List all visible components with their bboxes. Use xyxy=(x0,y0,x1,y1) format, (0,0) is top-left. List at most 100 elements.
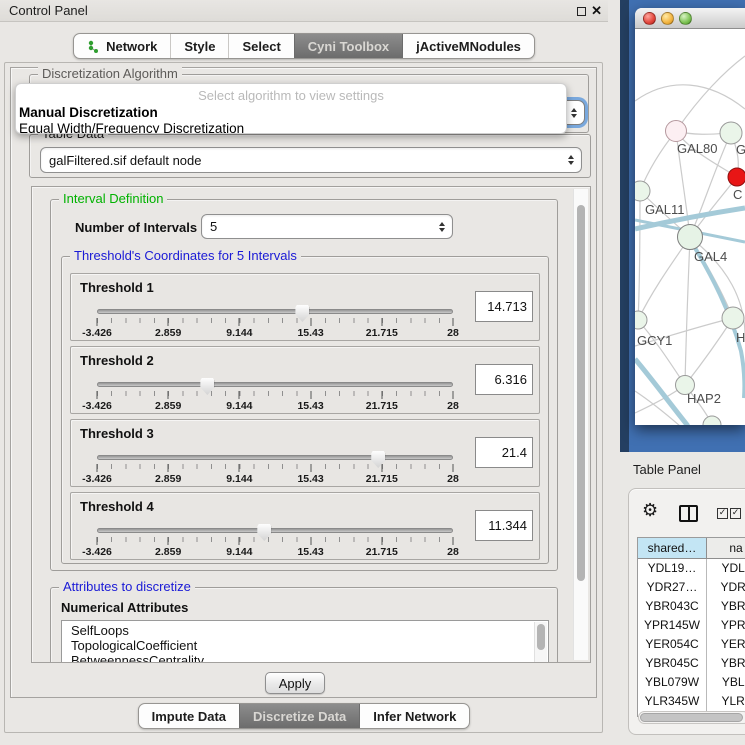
network-canvas[interactable]: GAL80 G C GAL11 GAL4 GCY1 H HAP2 xyxy=(635,29,745,425)
table-row[interactable]: YDL19… YDL1 xyxy=(638,559,745,578)
cell[interactable]: YPR1 xyxy=(707,616,745,635)
network-window-titlebar[interactable] xyxy=(635,8,745,29)
node-selected-red[interactable] xyxy=(728,168,745,186)
tab-impute-data[interactable]: Impute Data xyxy=(139,704,239,728)
table-row[interactable]: YLR345W YLR3 xyxy=(638,692,745,711)
node-gal4[interactable] xyxy=(678,225,703,250)
node-label: GCY1 xyxy=(637,333,672,348)
settings-scrollbar[interactable] xyxy=(573,189,588,660)
algorithm-option-manual[interactable]: Manual Discretization xyxy=(19,105,158,120)
float-window-icon[interactable] xyxy=(577,7,586,16)
slider-track[interactable] xyxy=(97,309,453,314)
slider-minor-ticks xyxy=(97,537,453,542)
tab-jactivemnodules[interactable]: jActiveMNodules xyxy=(402,34,534,58)
algorithm-group-title: Discretization Algorithm xyxy=(38,66,182,81)
cell[interactable]: YBR0 xyxy=(707,654,745,673)
attribute-item[interactable]: BetweennessCentrality xyxy=(71,653,548,663)
top-tabstrip: Network Style Select Cyni Toolbox jActiv… xyxy=(73,33,535,59)
slider-minor-ticks xyxy=(97,464,453,469)
threshold-value-field[interactable] xyxy=(475,364,533,395)
table-row[interactable]: YPR145W YPR1 xyxy=(638,616,745,635)
table-row[interactable]: YER054C YER0 xyxy=(638,635,745,654)
node-label: GAL4 xyxy=(694,249,727,264)
node-g[interactable] xyxy=(720,122,742,144)
tick-label: -3.426 xyxy=(82,327,112,339)
node-h[interactable] xyxy=(722,307,744,329)
gear-icon[interactable]: ⚙ xyxy=(642,502,658,520)
table-panel-container: ⚙ ✓ ✓ shared… na YDL19… YDL1 YDR27… YDR2… xyxy=(628,488,745,735)
combo-stepper-icon xyxy=(439,222,445,232)
threshold-label: Threshold 3 xyxy=(80,426,154,441)
tab-cyni-toolbox[interactable]: Cyni Toolbox xyxy=(294,34,402,58)
tick-label: 21.715 xyxy=(366,546,398,558)
checkbox-icon[interactable]: ✓ xyxy=(730,508,741,519)
column-header-name[interactable]: na xyxy=(707,538,745,559)
list-scrollbar[interactable] xyxy=(534,622,547,662)
slider-track[interactable] xyxy=(97,382,453,387)
tick-label: 2.859 xyxy=(155,546,181,558)
cell[interactable]: YLR3 xyxy=(707,692,745,711)
threshold-panel: Threshold 3 -3.426 2.859 9.144 15.43 21.… xyxy=(70,419,540,487)
threshold-value-field[interactable] xyxy=(475,291,533,322)
network-icon xyxy=(87,40,100,53)
slider-track[interactable] xyxy=(97,528,453,533)
column-header-shared-name[interactable]: shared… xyxy=(638,538,707,559)
attributes-group: Attributes to discretize Numerical Attri… xyxy=(50,587,558,663)
tab-style[interactable]: Style xyxy=(170,34,228,58)
node-gcy1[interactable] xyxy=(635,311,647,329)
table-horizontal-scrollbar[interactable] xyxy=(638,711,745,724)
tab-infer-network[interactable]: Infer Network xyxy=(359,704,469,728)
threshold-slider[interactable]: -3.426 2.859 9.144 15.43 21.715 28 xyxy=(97,524,453,558)
slider-minor-ticks xyxy=(97,318,453,323)
cell[interactable]: YER054C xyxy=(638,635,707,654)
threshold-slider[interactable]: -3.426 2.859 9.144 15.43 21.715 28 xyxy=(97,451,453,485)
cell[interactable]: YBR043C xyxy=(638,597,707,616)
cell[interactable]: YDR27… xyxy=(638,578,707,597)
cell[interactable]: YLR345W xyxy=(638,692,707,711)
attribute-item[interactable]: SelfLoops xyxy=(71,623,548,638)
number-of-intervals-combobox[interactable]: 5 xyxy=(201,214,453,239)
threshold-slider[interactable]: -3.426 2.859 9.144 15.43 21.715 28 xyxy=(97,378,453,412)
zoom-traffic-light-icon[interactable] xyxy=(679,12,692,25)
node-gal80[interactable] xyxy=(666,121,687,142)
table-row[interactable]: YBL079W YBL0 xyxy=(638,673,745,692)
table-row[interactable]: YBR045C YBR0 xyxy=(638,654,745,673)
numerical-attributes-list[interactable]: SelfLoops TopologicalCoefficient Between… xyxy=(61,620,549,663)
slider-track[interactable] xyxy=(97,455,453,460)
apply-button[interactable]: Apply xyxy=(265,672,325,694)
minimize-traffic-light-icon[interactable] xyxy=(661,12,674,25)
tab-network[interactable]: Network xyxy=(74,34,170,58)
split-columns-icon[interactable] xyxy=(679,505,698,522)
cell[interactable]: YBR0 xyxy=(707,597,745,616)
table-row[interactable]: YDR27… YDR2 xyxy=(638,578,745,597)
threshold-value-field[interactable] xyxy=(475,437,533,468)
close-icon[interactable]: ✕ xyxy=(591,3,602,19)
tab-discretize-data[interactable]: Discretize Data xyxy=(239,704,359,728)
algorithm-option-equal-width[interactable]: Equal Width/Frequency Discretization xyxy=(19,121,244,134)
cell[interactable]: YPR145W xyxy=(638,616,707,635)
tab-select[interactable]: Select xyxy=(228,34,293,58)
checkbox-icon[interactable]: ✓ xyxy=(717,508,728,519)
attribute-item[interactable]: TopologicalCoefficient xyxy=(71,638,548,653)
cell[interactable]: YBL0 xyxy=(707,673,745,692)
cell[interactable]: YDL1 xyxy=(707,559,745,578)
cell[interactable]: YER0 xyxy=(707,635,745,654)
network-graph: GAL80 G C GAL11 GAL4 GCY1 H HAP2 xyxy=(635,29,745,425)
threshold-slider[interactable]: -3.426 2.859 9.144 15.43 21.715 28 xyxy=(97,305,453,339)
cell[interactable]: YBL079W xyxy=(638,673,707,692)
tick-label: 9.144 xyxy=(226,546,252,558)
close-traffic-light-icon[interactable] xyxy=(643,12,656,25)
cell[interactable]: YDR2 xyxy=(707,578,745,597)
node-partial[interactable] xyxy=(703,416,721,425)
threshold-value-field[interactable] xyxy=(475,510,533,541)
tick-label: 9.144 xyxy=(226,400,252,412)
interval-definition-title: Interval Definition xyxy=(59,191,167,206)
cell[interactable]: YBR045C xyxy=(638,654,707,673)
cell[interactable]: YDL19… xyxy=(638,559,707,578)
node-gal11[interactable] xyxy=(635,181,650,201)
table-row[interactable]: YBR043C YBR0 xyxy=(638,597,745,616)
node-label: GAL80 xyxy=(677,141,717,156)
bottom-tabstrip: Impute Data Discretize Data Infer Networ… xyxy=(138,703,471,729)
node-table: shared… na YDL19… YDL1 YDR27… YDR2 YBR04… xyxy=(637,537,745,717)
table-data-combobox[interactable]: galFiltered.sif default node xyxy=(40,147,582,173)
